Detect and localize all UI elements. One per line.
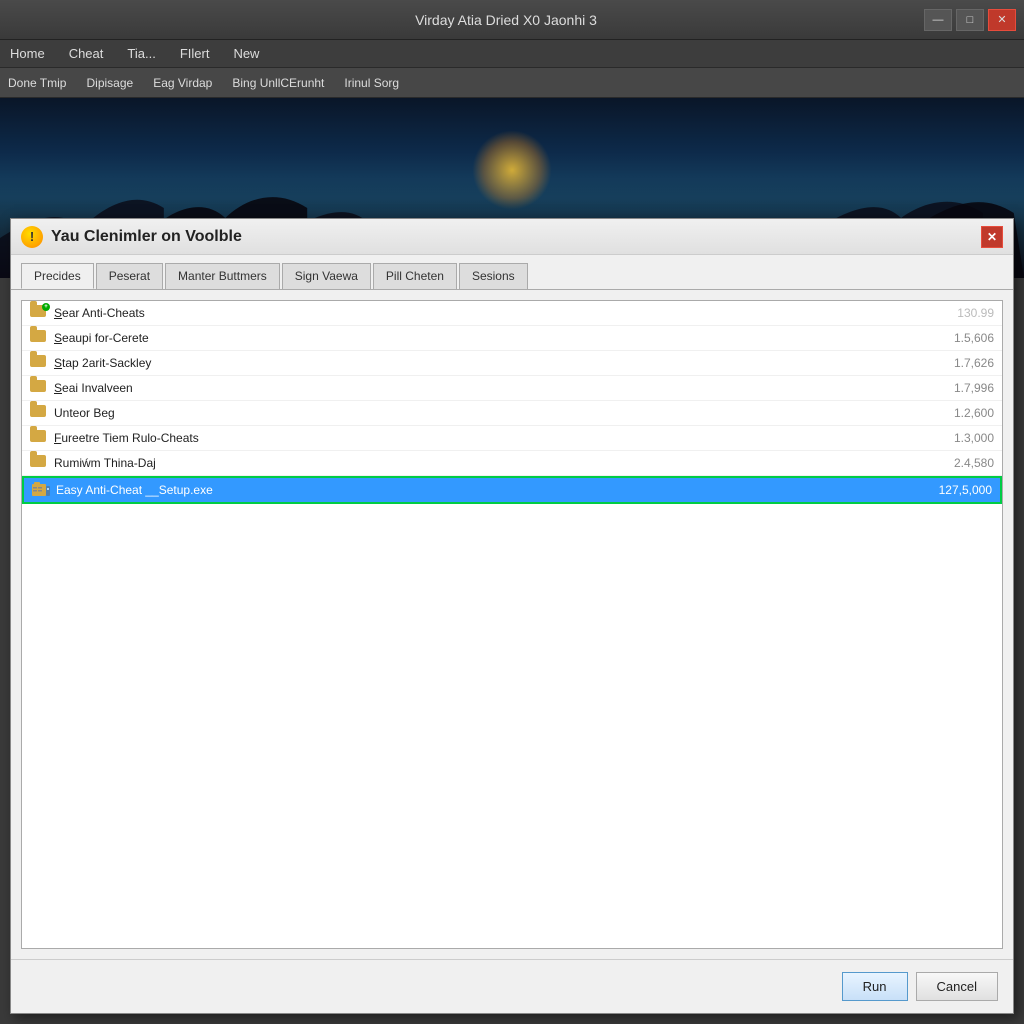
file-size-selected: 127,5,000 [912, 483, 992, 497]
file-icon-folder [30, 355, 48, 371]
file-name: Fureetre Tiem Rulo-Cheats [54, 431, 908, 445]
dialog-warning-icon: ! [21, 226, 43, 248]
file-name: Unteor Beg [54, 406, 908, 420]
maximize-button[interactable]: □ [956, 9, 984, 31]
file-row[interactable]: Seaupi for-Cerete 1.5,606 [22, 326, 1002, 351]
minimize-button[interactable]: — [924, 9, 952, 31]
tab-sign-vaewa[interactable]: Sign Vaewa [282, 263, 371, 289]
run-button[interactable]: Run [842, 972, 908, 1001]
tab-manter-buttmers[interactable]: Manter Buttmers [165, 263, 280, 289]
dialog-window: ! Yau Clenimler on Voolble ✕ Precides Pe… [10, 218, 1014, 1014]
menu-item-cheat[interactable]: Cheat [65, 44, 108, 63]
file-icon-folder [30, 380, 48, 396]
file-row[interactable]: + Sear Anti-Cheats 130.99 [22, 301, 1002, 326]
file-icon-exe [32, 482, 50, 498]
tab-precides[interactable]: Precides [21, 263, 94, 289]
tab-peserat[interactable]: Peserat [96, 263, 163, 289]
file-icon-folder [30, 430, 48, 446]
dialog-title: Yau Clenimler on Voolble [51, 228, 973, 246]
folder-icon [30, 380, 46, 392]
folder-icon [30, 330, 46, 342]
file-size: 2.4,580 [914, 456, 994, 470]
file-row[interactable]: Unteor Beg 1.2,600 [22, 401, 1002, 426]
file-icon-folder [30, 330, 48, 346]
dialog-close-button[interactable]: ✕ [981, 226, 1003, 248]
folder-icon [30, 355, 46, 367]
file-row[interactable]: Stap 2arit-Sackley 1.7,626 [22, 351, 1002, 376]
file-size: 1.3,000 [914, 431, 994, 445]
file-size: 1.7,626 [914, 356, 994, 370]
menu-item-filert[interactable]: FIlert [176, 44, 214, 63]
file-row[interactable]: Fureetre Tiem Rulo-Cheats 1.3,000 [22, 426, 1002, 451]
file-list[interactable]: + Sear Anti-Cheats 130.99 Seaupi for-Cer… [21, 300, 1003, 949]
app-window: Virday Atia Dried X0 Jaonhi 3 — □ ✕ Home… [0, 0, 1024, 1024]
folder-icon [30, 405, 46, 417]
folder-icon [30, 430, 46, 442]
file-row[interactable]: Seai Invalveen 1.7,996 [22, 376, 1002, 401]
toolbar: Done Tmip Dipisage Eag Virdap Bing UnllC… [0, 68, 1024, 98]
file-name: Seai Invalveen [54, 381, 908, 395]
toolbar-done-tmip[interactable]: Done Tmip [8, 76, 66, 90]
file-size: 1.2,600 [914, 406, 994, 420]
file-name: Rumiẃm Thina-Daj [54, 456, 908, 470]
menu-item-new[interactable]: New [229, 44, 263, 63]
title-bar: Virday Atia Dried X0 Jaonhi 3 — □ ✕ [0, 0, 1024, 40]
tab-sesions[interactable]: Sesions [459, 263, 528, 289]
file-icon-folder: + [30, 305, 48, 321]
window-close-button[interactable]: ✕ [988, 9, 1016, 31]
menu-item-home[interactable]: Home [6, 44, 49, 63]
file-name: Stap 2arit-Sackley [54, 356, 908, 370]
file-row[interactable]: Rumiẃm Thina-Daj 2.4,580 [22, 451, 1002, 476]
folder-icon [30, 455, 46, 467]
toolbar-bing[interactable]: Bing UnllCErunht [232, 76, 324, 90]
toolbar-dipisage[interactable]: Dipisage [86, 76, 133, 90]
dialog-titlebar: ! Yau Clenimler on Voolble ✕ [11, 219, 1013, 255]
window-controls: — □ ✕ [924, 9, 1016, 31]
file-name: Seaupi for-Cerete [54, 331, 908, 345]
file-row-selected[interactable]: Easy Anti-Cheat __Setup.exe 127,5,000 [22, 476, 1002, 504]
menu-item-tia[interactable]: Tia... [123, 44, 159, 63]
content-area: ! Yau Clenimler on Voolble ✕ Precides Pe… [0, 278, 1024, 1024]
toolbar-eag-virdap[interactable]: Eag Virdap [153, 76, 212, 90]
file-name: Sear Anti-Cheats [54, 306, 908, 320]
cancel-button[interactable]: Cancel [916, 972, 998, 1001]
file-size: 130.99 [914, 306, 994, 320]
file-name-selected: Easy Anti-Cheat __Setup.exe [56, 483, 906, 497]
file-icon-folder [30, 455, 48, 471]
file-size: 1.5,606 [914, 331, 994, 345]
dialog-footer: Run Cancel [11, 959, 1013, 1013]
toolbar-irinul[interactable]: Irinul Sorg [344, 76, 399, 90]
file-icon-folder [30, 405, 48, 421]
menu-bar: Home Cheat Tia... FIlert New [0, 40, 1024, 68]
window-title: Virday Atia Dried X0 Jaonhi 3 [88, 12, 924, 28]
green-arrow-icon: + [42, 303, 50, 311]
file-size: 1.7,996 [914, 381, 994, 395]
tabs-container: Precides Peserat Manter Buttmers Sign Va… [11, 255, 1013, 290]
tab-pill-cheten[interactable]: Pill Cheten [373, 263, 457, 289]
